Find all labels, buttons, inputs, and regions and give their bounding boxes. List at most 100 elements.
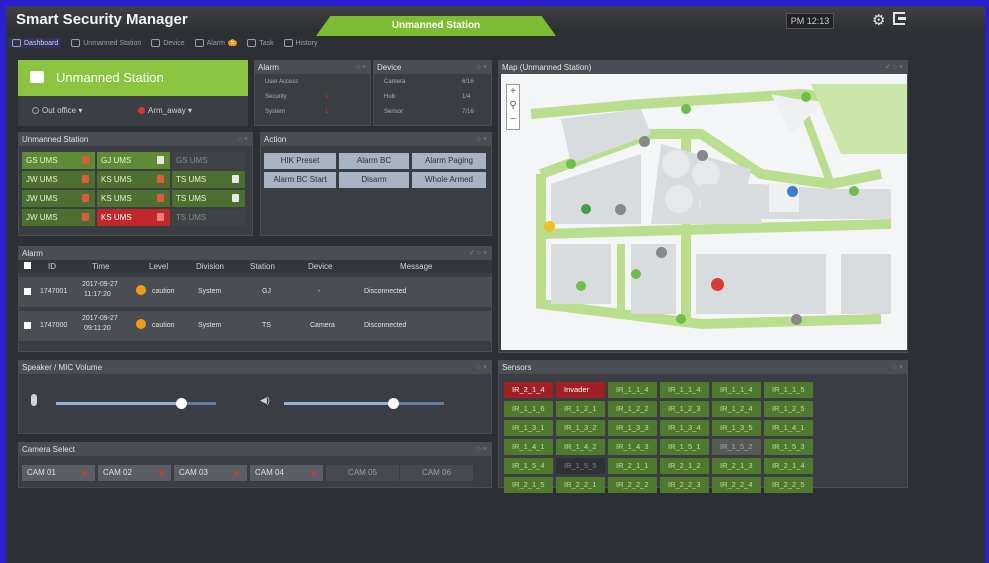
mic-volume-knob[interactable] — [175, 398, 187, 409]
cam-button-4[interactable]: CAM 04 — [250, 465, 323, 481]
site-map[interactable]: + ⚲ − — [501, 74, 907, 350]
sensor-cell[interactable]: IR_1_1_4 — [712, 382, 761, 398]
hik-preset-button[interactable]: HIK Preset — [264, 153, 336, 169]
nav-dashboard[interactable]: Dashboard — [9, 38, 62, 48]
tab-unmanned-station[interactable]: Unmanned Station — [316, 16, 556, 36]
sensor-cell[interactable]: IR_1_2_5 — [764, 401, 813, 417]
whole-armed-button[interactable]: Whole Armed — [412, 172, 486, 188]
map-marker-icon[interactable] — [676, 314, 686, 324]
sensor-cell[interactable]: IR_2_1_1 — [608, 458, 657, 474]
cam-button-3[interactable]: CAM 03 — [174, 465, 247, 481]
sensor-cell[interactable]: IR_1_5_4 — [504, 458, 553, 474]
map-zoom-control[interactable]: + ⚲ − — [506, 84, 520, 130]
ums-cell[interactable]: GS UMS — [22, 152, 95, 169]
speaker-volume-knob[interactable] — [387, 398, 399, 409]
nav-task[interactable]: Task — [247, 39, 274, 47]
sensor-cell[interactable]: IR_1_5_3 — [764, 439, 813, 455]
row-checkbox[interactable] — [24, 288, 31, 295]
ums-cell[interactable]: GS UMS — [172, 152, 245, 169]
sensor-cell[interactable]: IR_2_1_3 — [712, 458, 761, 474]
sensor-cell[interactable]: IR_1_3_3 — [608, 420, 657, 436]
sensor-cell[interactable]: IR_2_1_5 — [504, 477, 553, 493]
nav-history[interactable]: History — [283, 39, 317, 47]
map-marker-icon[interactable] — [697, 150, 708, 161]
alarm-bc-button[interactable]: Alarm BC — [339, 153, 409, 169]
map-marker-icon[interactable] — [681, 104, 691, 114]
ums-cell[interactable]: JW UMS — [22, 190, 95, 207]
select-all-checkbox[interactable] — [24, 262, 31, 269]
sensor-cell[interactable]: IR_1_5_1 — [660, 439, 709, 455]
sensor-cell[interactable]: IR_1_1_4 — [660, 382, 709, 398]
ums-cell[interactable]: KS UMS — [97, 190, 170, 207]
sensor-cell[interactable]: IR_1_2_3 — [660, 401, 709, 417]
sensor-cell[interactable]: IR_1_3_4 — [660, 420, 709, 436]
panel-controls[interactable]: ○ × — [356, 61, 366, 74]
ums-cell[interactable]: KS UMS — [97, 209, 170, 226]
sensor-cell[interactable]: IR_1_3_2 — [556, 420, 605, 436]
panel-controls[interactable]: ○ × — [477, 361, 487, 374]
map-marker-icon[interactable] — [631, 269, 641, 279]
map-marker-icon[interactable] — [801, 92, 811, 102]
sensor-cell[interactable]: IR_2_2_5 — [764, 477, 813, 493]
map-marker-icon[interactable] — [576, 281, 586, 291]
cam-button-2[interactable]: CAM 02 — [98, 465, 171, 481]
disarm-button[interactable]: Disarm — [339, 172, 409, 188]
sensor-cell[interactable]: IR_1_2_4 — [712, 401, 761, 417]
mode-dropdown[interactable]: Arm_away ▾ — [138, 106, 192, 115]
map-marker-icon[interactable] — [566, 159, 576, 169]
sensor-cell[interactable]: IR_1_1_6 — [504, 401, 553, 417]
table-row[interactable]: 1747000 2017-09-27 09:11:20 caution Syst… — [18, 311, 492, 341]
speaker-volume-slider[interactable] — [284, 402, 444, 405]
cam-button-5[interactable]: CAM 05 — [326, 465, 399, 481]
map-marker-icon[interactable] — [639, 136, 650, 147]
map-marker-icon[interactable] — [787, 186, 798, 197]
sensor-cell[interactable]: IR_2_2_4 — [712, 477, 761, 493]
sensor-cell[interactable]: IR_1_2_2 — [608, 401, 657, 417]
alarm-bc-start-button[interactable]: Alarm BC Start — [264, 172, 336, 188]
map-marker-icon[interactable] — [791, 314, 802, 325]
ums-cell[interactable]: JW UMS — [22, 209, 95, 226]
sensor-cell[interactable]: IR_1_5_2 — [712, 439, 761, 455]
map-marker-icon[interactable] — [849, 186, 859, 196]
gear-icon[interactable]: ⚙ — [872, 11, 885, 29]
alarm-marker-icon[interactable] — [711, 278, 724, 291]
nav-device[interactable]: Device — [151, 39, 185, 47]
panel-controls[interactable]: ○ × — [238, 133, 248, 146]
panel-controls[interactable]: ○ × — [477, 443, 487, 456]
logout-icon[interactable] — [893, 12, 906, 25]
panel-controls[interactable]: ○ × — [477, 61, 487, 74]
sensor-cell[interactable]: IR_2_2_1 — [556, 477, 605, 493]
sensor-cell[interactable]: IR_1_1_5 — [764, 382, 813, 398]
sensor-cell[interactable]: IR_1_3_5 — [712, 420, 761, 436]
sensor-cell[interactable]: IR_1_4_1 — [504, 439, 553, 455]
ums-cell[interactable]: KS UMS — [97, 171, 170, 188]
map-marker-icon[interactable] — [581, 204, 591, 214]
ums-cell[interactable]: TS UMS — [172, 171, 245, 188]
map-marker-icon[interactable] — [615, 204, 626, 215]
sensor-cell[interactable]: IR_2_1_4 — [764, 458, 813, 474]
nav-alarm[interactable]: Alarm 5 — [194, 39, 238, 47]
sensor-cell[interactable]: IR_1_1_4 — [608, 382, 657, 398]
map-marker-icon[interactable] — [544, 221, 555, 232]
sensor-cell[interactable]: IR_1_3_1 — [504, 420, 553, 436]
panel-controls[interactable]: ○ × — [477, 133, 487, 146]
panel-controls[interactable]: ✓ ○ × — [885, 61, 903, 74]
panel-controls[interactable]: ✓ ○ × — [469, 247, 487, 260]
table-row[interactable]: 1747001 2017-09-27 11:17:20 caution Syst… — [18, 277, 492, 307]
sensor-cell[interactable]: IR_2_2_3 — [660, 477, 709, 493]
status-dropdown[interactable]: Out office ▾ — [32, 106, 82, 115]
sensor-cell[interactable]: IR_1_4_2 — [556, 439, 605, 455]
cam-button-1[interactable]: CAM 01 — [22, 465, 95, 481]
sensor-cell[interactable]: IR_1_5_5 — [556, 458, 605, 474]
alarm-paging-button[interactable]: Alarm Paging — [412, 153, 486, 169]
mic-volume-slider[interactable] — [56, 402, 216, 405]
sensor-cell[interactable]: IR_1_4_1 — [764, 420, 813, 436]
row-checkbox[interactable] — [24, 322, 31, 329]
panel-controls[interactable]: ○ × — [893, 361, 903, 374]
ums-cell[interactable]: TS UMS — [172, 190, 245, 207]
sensor-cell[interactable]: IR_2_2_2 — [608, 477, 657, 493]
sensor-cell[interactable]: IR_1_2_1 — [556, 401, 605, 417]
sensor-cell[interactable]: IR_2_1_4 — [504, 382, 553, 398]
sensor-cell[interactable]: IR_2_1_2 — [660, 458, 709, 474]
ums-cell[interactable]: JW UMS — [22, 171, 95, 188]
